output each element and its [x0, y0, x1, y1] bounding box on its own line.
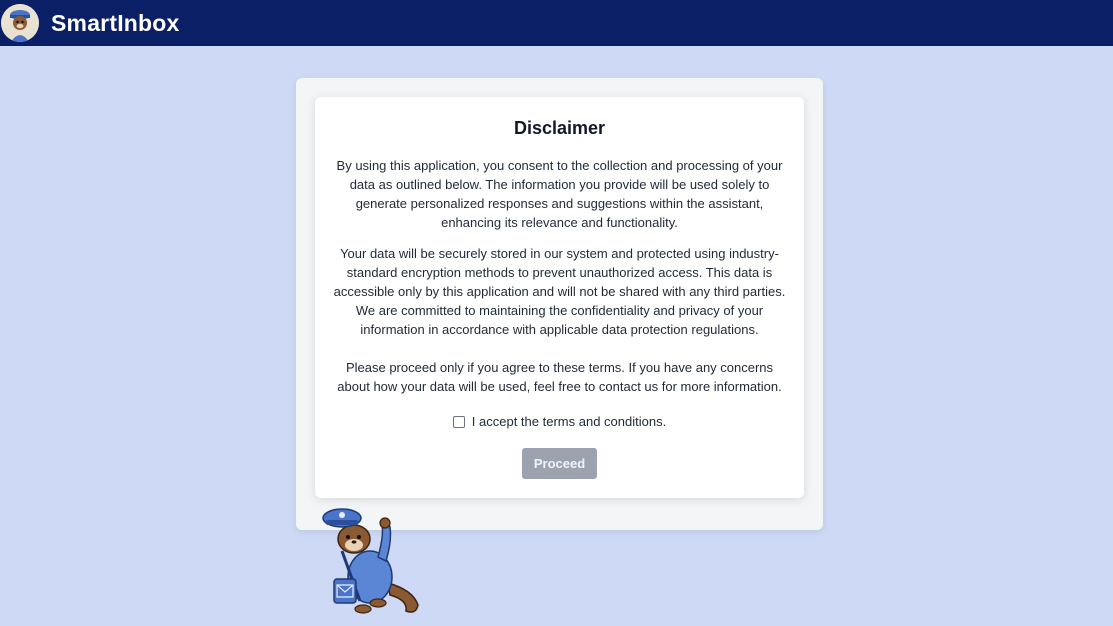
accept-terms-label[interactable]: I accept the terms and conditions.	[472, 414, 666, 429]
accept-terms-checkbox[interactable]	[452, 415, 465, 428]
accept-terms-row[interactable]: I accept the terms and conditions.	[315, 414, 804, 429]
disclaimer-paragraph-consent: By using this application, you consent t…	[336, 158, 783, 230]
brand-name: SmartInbox	[51, 9, 180, 36]
disclaimer-paragraph-storage: Your data will be securely stored in our…	[333, 246, 786, 337]
otter-mascot-icon	[318, 505, 426, 617]
disclaimer-title: Disclaimer	[513, 118, 606, 138]
top-bar: SmartInbox	[0, 0, 1113, 46]
proceed-button[interactable]: Proceed	[522, 448, 597, 479]
disclaimer-paragraph-proceed: Please proceed only if you agree to thes…	[337, 360, 782, 394]
otter-mail-carrier-icon[interactable]	[1, 4, 39, 42]
disclaimer-card: Disclaimer By using this application, yo…	[315, 97, 804, 498]
